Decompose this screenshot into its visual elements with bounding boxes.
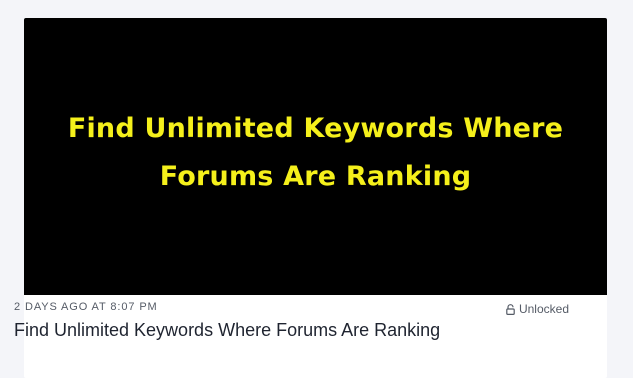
unlock-icon [506,303,515,315]
status-label: Unlocked [518,302,569,316]
post-date: 2 DAYS AGO AT 8:07 PM [14,301,158,313]
thumbnail-text: Find Unlimited Keywords Where Forums Are… [67,112,564,192]
post-title[interactable]: Find Unlimited Keywords Where Forums Are… [14,320,440,341]
access-status: Unlocked [506,302,569,316]
post-thumbnail[interactable]: Find Unlimited Keywords Where Forums Are… [24,18,607,295]
post-meta: 2 DAYS AGO AT 8:07 PM Unlocked [14,301,569,317]
